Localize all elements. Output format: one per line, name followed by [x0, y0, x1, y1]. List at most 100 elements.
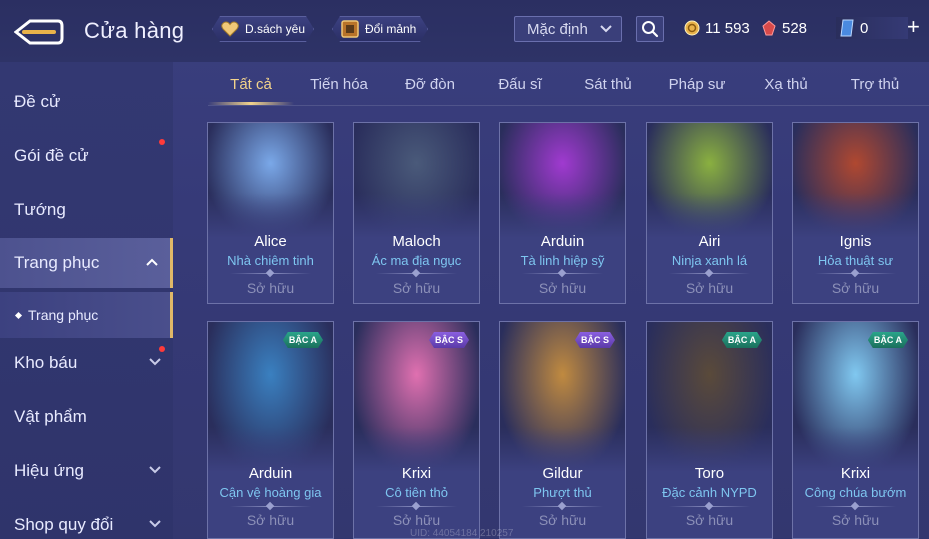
- exchange-label: Đổi mảnh: [365, 22, 417, 36]
- hero-name: Airi: [698, 233, 721, 250]
- card-divider: [669, 506, 750, 507]
- tab-support[interactable]: Trợ thủ: [844, 76, 906, 104]
- ruby-icon: [760, 19, 778, 37]
- ruby-amount: 528: [782, 19, 808, 37]
- skin-card[interactable]: BẬC A Arduin Cận vệ hoàng gia Sở hữu: [207, 321, 334, 539]
- hero-name: Krixi: [840, 465, 871, 482]
- tab-tank[interactable]: Đỡ đòn: [398, 76, 462, 104]
- sidebar-item-treasure[interactable]: Kho báu: [0, 338, 173, 388]
- hero-name: Arduin: [540, 233, 585, 250]
- skin-card[interactable]: BẬC A Krixi Công chúa bướm Sở hữu: [792, 321, 919, 539]
- skin-card[interactable]: BẬC A Toro Đặc cảnh NYPD Sở hữu: [646, 321, 773, 539]
- ownership-status: Sở hữu: [685, 512, 734, 528]
- ownership-status: Sở hữu: [392, 512, 441, 528]
- ruby-balance: 528: [760, 17, 807, 39]
- skin-name: Công chúa bướm: [804, 485, 907, 500]
- top-bar: Cửa hàng D.sách yêu Đổi mảnh Mặc định 11…: [0, 0, 929, 62]
- card-divider: [376, 273, 457, 274]
- card-divider: [230, 273, 311, 274]
- skin-artwork: [647, 123, 772, 238]
- tier-badge: BẬC S: [429, 332, 469, 348]
- skin-name: Ác ma địa ngục: [371, 253, 462, 268]
- hero-name: Ignis: [839, 233, 872, 250]
- sidebar-item-recommended[interactable]: Đề cử: [0, 77, 173, 127]
- skin-card[interactable]: Airi Ninja xanh lá Sở hữu: [646, 122, 773, 304]
- sidebar-item-exchange-shop[interactable]: Shop quy đổi: [0, 500, 173, 539]
- skin-name: Tà linh hiệp sỹ: [520, 253, 605, 268]
- ownership-status: Sở hữu: [538, 280, 587, 296]
- skin-card[interactable]: BẬC S Gildur Phượt thủ Sở hữu: [499, 321, 626, 539]
- uid-watermark: UID: 44054184 210257: [410, 528, 514, 539]
- ownership-status: Sở hữu: [246, 280, 295, 296]
- hero-name: Arduin: [248, 465, 293, 482]
- skin-name: Phượt thủ: [533, 485, 592, 500]
- sidebar-item-effects[interactable]: Hiệu ứng: [0, 446, 173, 496]
- sidebar-subitem-skins[interactable]: Trang phục: [0, 292, 173, 338]
- skin-name: Cô tiên thỏ: [385, 485, 448, 500]
- sidebar-item-label: Tướng: [14, 200, 66, 219]
- ownership-status: Sở hữu: [831, 280, 880, 296]
- ownership-status: Sở hữu: [685, 280, 734, 296]
- skin-card[interactable]: Arduin Tà linh hiệp sỹ Sở hữu: [499, 122, 626, 304]
- tab-evolution[interactable]: Tiến hóa: [304, 76, 374, 104]
- sort-dropdown[interactable]: Mặc định: [514, 16, 622, 42]
- tab-fighter[interactable]: Đấu sĩ: [490, 76, 550, 104]
- tab-marksman[interactable]: Xạ thủ: [756, 76, 816, 104]
- skin-artwork: [793, 123, 918, 238]
- skin-artwork: [354, 123, 479, 238]
- exchange-fragments-button[interactable]: Đổi mảnh: [332, 16, 428, 42]
- skin-card[interactable]: BẬC S Krixi Cô tiên thỏ Sở hữu: [353, 321, 480, 539]
- skin-card[interactable]: Ignis Hỏa thuật sư Sở hữu: [792, 122, 919, 304]
- notification-dot: [159, 346, 165, 352]
- tab-assassin[interactable]: Sát thủ: [576, 76, 640, 104]
- sidebar-item-label: Vật phẩm: [14, 407, 87, 426]
- search-button[interactable]: [636, 16, 664, 42]
- card-divider: [815, 273, 896, 274]
- card-divider: [815, 506, 896, 507]
- tab-divider: [208, 105, 929, 106]
- chevron-up-icon: [146, 258, 158, 266]
- card-divider: [230, 506, 311, 507]
- gold-amount: 11 593: [705, 19, 750, 37]
- sidebar-item-label: Shop quy đổi: [14, 515, 114, 534]
- back-button[interactable]: [13, 17, 64, 47]
- category-tabs: Tất cả Tiến hóa Đỡ đòn Đấu sĩ Sát thủ Ph…: [208, 66, 929, 106]
- plus-icon: +: [907, 14, 920, 39]
- skin-card[interactable]: Alice Nhà chiêm tinh Sở hữu: [207, 122, 334, 304]
- wishlist-button[interactable]: D.sách yêu: [212, 16, 314, 42]
- sidebar-item-skins[interactable]: Trang phục: [0, 238, 173, 288]
- skin-card[interactable]: Maloch Ác ma địa ngục Sở hữu: [353, 122, 480, 304]
- sidebar-item-label: Kho báu: [14, 353, 78, 372]
- heart-icon: [219, 18, 241, 40]
- back-arrow-icon: [13, 19, 64, 45]
- add-currency-button[interactable]: +: [907, 16, 920, 38]
- voucher-icon: [838, 19, 856, 37]
- tier-badge: BẬC A: [868, 332, 908, 348]
- sort-value: Mặc định: [527, 20, 588, 38]
- ownership-status: Sở hữu: [538, 512, 587, 528]
- card-divider: [522, 506, 603, 507]
- skin-name: Nhà chiêm tinh: [227, 253, 314, 268]
- sidebar-item-recommended-packs[interactable]: Gói đề cử: [0, 131, 173, 181]
- tab-mage[interactable]: Pháp sư: [664, 76, 730, 104]
- skin-name: Đặc cảnh NYPD: [662, 485, 757, 500]
- skin-artwork: [208, 123, 333, 238]
- hero-name: Krixi: [401, 465, 432, 482]
- hero-name: Maloch: [392, 233, 441, 250]
- sidebar-item-label: Trang phục: [14, 253, 100, 272]
- notification-dot: [159, 139, 165, 145]
- chevron-down-icon: [149, 520, 161, 528]
- sidebar-item-label: Hiệu ứng: [14, 461, 84, 480]
- hero-name: Toro: [694, 465, 725, 482]
- search-icon: [642, 21, 659, 38]
- skin-name: Cận vệ hoàng gia: [219, 485, 322, 500]
- sidebar-item-items[interactable]: Vật phẩm: [0, 392, 173, 442]
- fragment-box-icon: [339, 18, 361, 40]
- ownership-status: Sở hữu: [831, 512, 880, 528]
- tab-all[interactable]: Tất cả: [208, 76, 294, 104]
- gold-balance: 11 593: [683, 17, 750, 39]
- sidebar-item-heroes[interactable]: Tướng: [0, 185, 173, 235]
- tier-badge: BẬC A: [722, 332, 762, 348]
- bullet-icon: [14, 311, 23, 319]
- voucher-amount: 0: [860, 19, 869, 37]
